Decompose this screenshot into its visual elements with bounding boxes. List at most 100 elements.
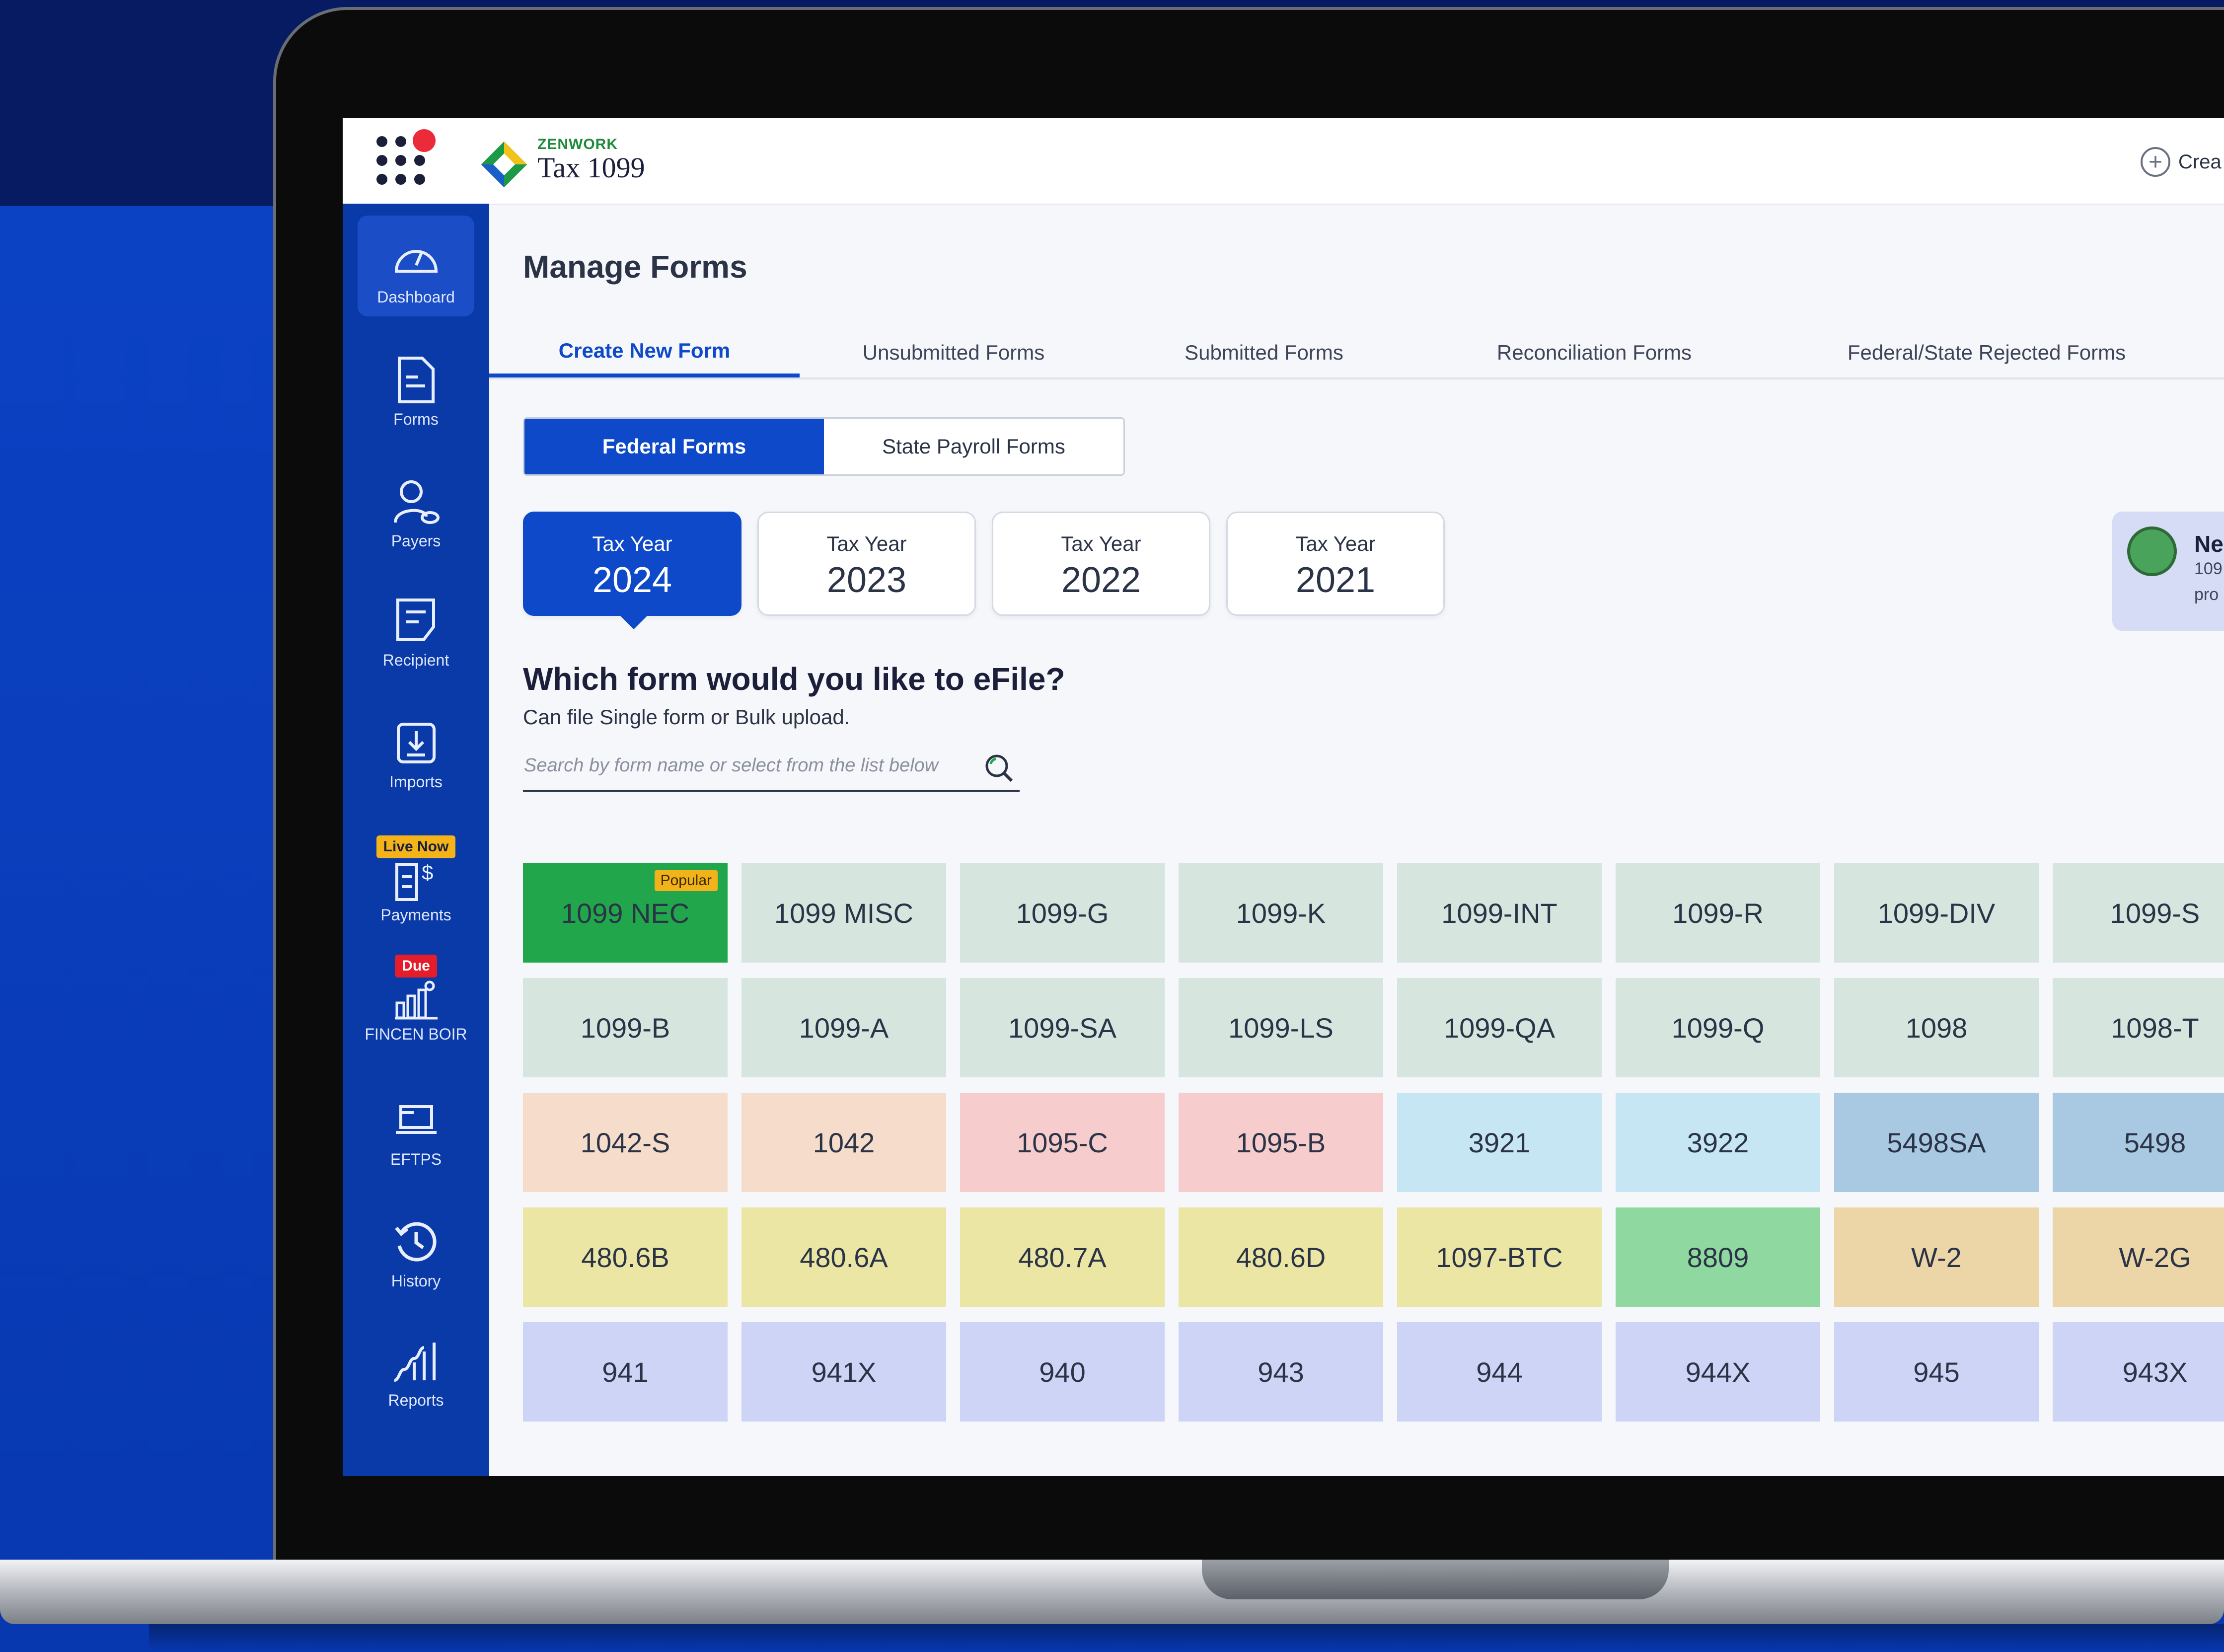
sidebar-item-label: Reports (388, 1391, 444, 1409)
svg-text:$: $ (422, 861, 433, 884)
brand-company: ZENWORK (537, 136, 618, 152)
form-type-toggle: Federal Forms State Payroll Forms (523, 417, 1125, 476)
form-tile-label: 1099-LS (1228, 1012, 1334, 1044)
reports-icon (389, 1334, 444, 1388)
form-tile[interactable]: 1099-SA (960, 978, 1165, 1077)
form-tile[interactable]: 944X (1616, 1322, 1820, 1422)
form-tile[interactable]: 5498 (2053, 1093, 2224, 1192)
form-tile[interactable]: 480.6B (523, 1207, 728, 1307)
recipient-icon (389, 594, 444, 648)
sidebar-item-eftps[interactable]: EFTPS (343, 1093, 489, 1169)
laptop-notch (1202, 1560, 1669, 1599)
form-tile[interactable]: 1095-C (960, 1093, 1165, 1192)
form-tile[interactable]: 943X (2053, 1322, 2224, 1422)
form-tile[interactable]: 1099-Q (1616, 978, 1820, 1077)
form-tile-label: 1098-T (2111, 1012, 2199, 1044)
sidebar-item-forms[interactable]: Forms (343, 353, 489, 429)
sidebar-item-fincen-boir[interactable]: Due FINCEN BOIR (343, 955, 489, 1044)
form-tile[interactable]: W-2G (2053, 1207, 2224, 1307)
form-tile-label: 941 (602, 1356, 649, 1388)
form-tile[interactable]: 1042 (741, 1093, 946, 1192)
sidebar-item-label: Imports (389, 773, 443, 791)
form-tile-label: 3921 (1468, 1126, 1531, 1158)
create-button[interactable]: + Crea (2141, 142, 2222, 182)
form-tile-label: 480.6B (581, 1241, 669, 1273)
form-tile[interactable]: 1099-QA (1397, 978, 1602, 1077)
form-tile[interactable]: 1099-LS (1179, 978, 1383, 1077)
sidebar-item-payments[interactable]: Live Now $ Payments (343, 835, 489, 924)
form-tile-label: W-2 (1911, 1241, 1962, 1273)
form-tile[interactable]: 8809 (1616, 1207, 1820, 1307)
sidebar-item-payers[interactable]: Payers (343, 474, 489, 550)
search-icon[interactable] (983, 752, 1015, 784)
sidebar-item-history[interactable]: History (343, 1214, 489, 1290)
sidebar-item-label: FINCEN BOIR (365, 1025, 467, 1043)
form-tile[interactable]: 944 (1397, 1322, 1602, 1422)
form-tile[interactable]: 1099 NEC Popular (523, 863, 728, 963)
form-search (523, 745, 1020, 792)
sidebar-item-reports[interactable]: Reports (343, 1334, 489, 1410)
news-card[interactable]: Ne 109 pro (2112, 512, 2224, 631)
payments-icon: $ (389, 858, 444, 903)
federal-forms-button[interactable]: Federal Forms (524, 419, 824, 474)
sidebar-item-label: History (391, 1272, 441, 1290)
tab-reconciliation-forms[interactable]: Reconciliation Forms (1468, 328, 1721, 377)
sidebar-item-dashboard[interactable]: Dashboard (358, 216, 474, 316)
zenwork-logo-icon (481, 141, 527, 188)
form-tile-label: 1098 (1905, 1012, 1968, 1044)
efile-subtext: Can file Single form or Bulk upload. (523, 705, 850, 729)
form-tile-label: 1099-DIV (1877, 897, 1996, 929)
form-tile[interactable]: 3922 (1616, 1093, 1820, 1192)
tax-year-2023-button[interactable]: Tax Year 2023 (757, 512, 976, 616)
form-tile-label: 944 (1476, 1356, 1523, 1388)
news-line-2: pro (2194, 585, 2219, 604)
form-tile-label: 944X (1685, 1356, 1751, 1388)
import-icon (389, 715, 444, 770)
news-title: Ne (2194, 531, 2224, 557)
form-tile-label: 1042 (813, 1126, 875, 1158)
form-tile[interactable]: 1099 MISC (741, 863, 946, 963)
sidebar-item-label: Recipient (382, 651, 449, 669)
form-tile[interactable]: 1099-S (2053, 863, 2224, 963)
form-tile[interactable]: 943 (1179, 1322, 1383, 1422)
tab-unsubmitted-forms[interactable]: Unsubmitted Forms (837, 328, 1070, 377)
form-tile[interactable]: 940 (960, 1322, 1165, 1422)
form-tile[interactable]: 945 (1834, 1322, 2039, 1422)
sidebar-item-imports[interactable]: Imports (343, 715, 489, 791)
form-tile[interactable]: 480.7A (960, 1207, 1165, 1307)
form-tile[interactable]: 1099-A (741, 978, 946, 1077)
live-now-badge: Live Now (376, 835, 456, 858)
form-tile[interactable]: 1097-BTC (1397, 1207, 1602, 1307)
search-input[interactable] (523, 745, 982, 786)
form-tile[interactable]: 3921 (1397, 1093, 1602, 1192)
form-tile[interactable]: 1098 (1834, 978, 2039, 1077)
form-tile[interactable]: 480.6A (741, 1207, 946, 1307)
form-tile[interactable]: 1099-DIV (1834, 863, 2039, 963)
sidebar-item-recipient[interactable]: Recipient (343, 594, 489, 670)
form-tile[interactable]: 1098-T (2053, 978, 2224, 1077)
tab-create-new-form[interactable]: Create New Form (489, 328, 800, 377)
form-tile[interactable]: 1099-INT (1397, 863, 1602, 963)
form-tile[interactable]: 1099-K (1179, 863, 1383, 963)
tax-year-value: 2022 (1061, 560, 1141, 600)
form-tile-label: 1099-QA (1443, 1012, 1556, 1044)
form-tile[interactable]: 480.6D (1179, 1207, 1383, 1307)
form-tile[interactable]: 941 (523, 1322, 728, 1422)
form-tile[interactable]: 941X (741, 1322, 946, 1422)
form-tile[interactable]: 1042-S (523, 1093, 728, 1192)
form-tile[interactable]: 1099-B (523, 978, 728, 1077)
state-payroll-forms-button[interactable]: State Payroll Forms (824, 419, 1123, 474)
form-tile[interactable]: 5498SA (1834, 1093, 2039, 1192)
tab-federal-state-rejected-forms[interactable]: Federal/State Rejected Forms (1825, 328, 2148, 377)
form-tile-label: 1099-S (2110, 897, 2200, 929)
tax-year-2024-button[interactable]: Tax Year 2024 (523, 512, 741, 629)
tax-year-2022-button[interactable]: Tax Year 2022 (992, 512, 1210, 616)
form-tile[interactable]: 1099-G (960, 863, 1165, 963)
form-tile[interactable]: 1095-B (1179, 1093, 1383, 1192)
form-tile[interactable]: 1099-R (1616, 863, 1820, 963)
form-tile-label: 1099-K (1236, 897, 1326, 929)
form-tile[interactable]: W-2 (1834, 1207, 2039, 1307)
tax-year-value: 2021 (1295, 560, 1376, 600)
tab-submitted-forms[interactable]: Submitted Forms (1155, 328, 1373, 377)
tax-year-2021-button[interactable]: Tax Year 2021 (1226, 512, 1445, 616)
